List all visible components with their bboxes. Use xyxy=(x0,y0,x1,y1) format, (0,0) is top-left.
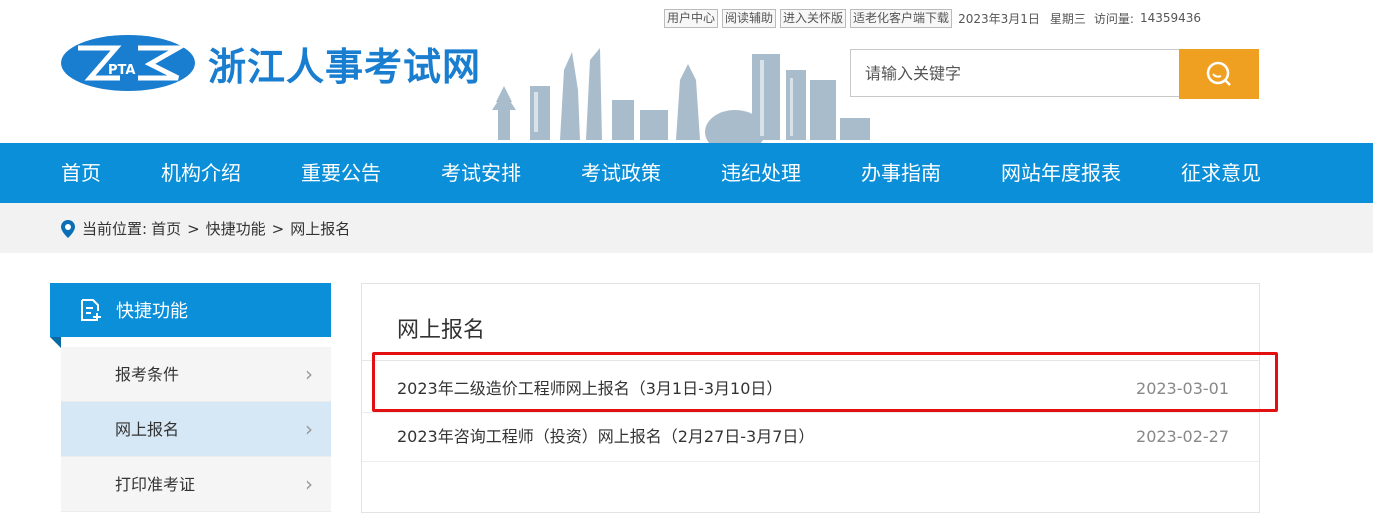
logo-badge-text: PTA xyxy=(108,63,135,78)
page-title: 网上报名 xyxy=(397,318,486,343)
top-utility-bar: 用户中心 阅读辅助 进入关怀版 适老化客户端下载 2023年3月1日 星期三 访… xyxy=(664,8,1201,28)
breadcrumb-quick-functions[interactable]: 快捷功能 xyxy=(206,218,266,239)
breadcrumb-online-registration[interactable]: 网上报名 xyxy=(290,218,350,239)
search-button[interactable] xyxy=(1179,49,1259,99)
nav-exam-schedule[interactable]: 考试安排 xyxy=(441,143,521,203)
nav-guide[interactable]: 办事指南 xyxy=(861,143,941,203)
nav-violations[interactable]: 违纪处理 xyxy=(721,143,801,203)
sidebar-item-label: 网上报名 xyxy=(115,420,180,439)
breadcrumb-separator: > xyxy=(187,219,200,238)
city-skyline-illustration xyxy=(492,48,870,144)
location-pin-icon xyxy=(61,219,75,238)
current-weekday: 星期三 xyxy=(1049,11,1086,26)
chevron-right-icon: › xyxy=(305,362,313,386)
search-icon xyxy=(1206,61,1231,86)
list-item[interactable]: 2023年咨询工程师（投资）网上报名（2月27日-3月7日） 2023-02-2… xyxy=(397,412,1229,462)
nav-annual-report[interactable]: 网站年度报表 xyxy=(1001,143,1121,203)
list-item-date: 2023-02-27 xyxy=(1136,427,1229,446)
main-navigation: 首页 机构介绍 重要公告 考试安排 考试政策 违纪处理 办事指南 网站年度报表 … xyxy=(0,143,1373,203)
sidebar-item-label: 打印准考证 xyxy=(115,475,196,494)
breadcrumb-bar: 当前位置: 首页 > 快捷功能 > 网上报名 xyxy=(0,203,1373,253)
nav-home[interactable]: 首页 xyxy=(61,143,101,203)
site-name: 浙江人事考试网 xyxy=(208,44,482,89)
care-version-link[interactable]: 进入关怀版 xyxy=(780,8,847,28)
sidebar-item-online-registration[interactable]: 网上报名 › xyxy=(61,402,331,457)
sidebar-header: 快捷功能 xyxy=(50,283,331,337)
nav-feedback[interactable]: 征求意见 xyxy=(1181,143,1261,203)
chevron-right-icon: › xyxy=(305,417,313,441)
row-divider xyxy=(362,461,1259,462)
reading-assist-link[interactable]: 阅读辅助 xyxy=(722,8,777,28)
breadcrumb-separator: > xyxy=(271,219,285,238)
nav-exam-policy[interactable]: 考试政策 xyxy=(581,143,661,203)
nav-about[interactable]: 机构介绍 xyxy=(161,143,241,203)
current-date: 2023年3月1日 xyxy=(958,11,1040,26)
nav-announcements[interactable]: 重要公告 xyxy=(301,143,381,203)
list-item-title[interactable]: 2023年咨询工程师（投资）网上报名（2月27日-3月7日） xyxy=(397,427,814,446)
search-bar xyxy=(850,49,1259,99)
breadcrumb: 当前位置: 首页 > 快捷功能 > 网上报名 xyxy=(60,218,350,239)
sidebar-menu: 报考条件 › 网上报名 › 打印准考证 › xyxy=(61,347,331,512)
breadcrumb-label: 当前位置: xyxy=(82,220,148,238)
search-input[interactable] xyxy=(850,49,1180,97)
chevron-right-icon: › xyxy=(305,472,313,496)
sidebar-title: 快捷功能 xyxy=(116,301,188,322)
document-add-icon xyxy=(81,299,101,321)
visits-count: 14359436 xyxy=(1139,11,1202,25)
user-center-link[interactable]: 用户中心 xyxy=(664,8,719,28)
sidebar-item-exam-conditions[interactable]: 报考条件 › xyxy=(61,347,331,402)
highlight-box xyxy=(372,352,1278,412)
pta-badge-icon: PTA xyxy=(61,35,195,91)
breadcrumb-home[interactable]: 首页 xyxy=(151,218,181,239)
visits-label: 访问量: xyxy=(1093,11,1134,26)
site-logo[interactable]: PTA 浙江人事考试网 xyxy=(60,34,481,92)
elderly-client-download-link[interactable]: 适老化客户端下载 xyxy=(850,8,953,28)
sidebar-item-label: 报考条件 xyxy=(115,365,180,384)
sidebar-item-print-admission-ticket[interactable]: 打印准考证 › xyxy=(61,457,331,512)
sidebar-header-fold xyxy=(50,337,61,348)
